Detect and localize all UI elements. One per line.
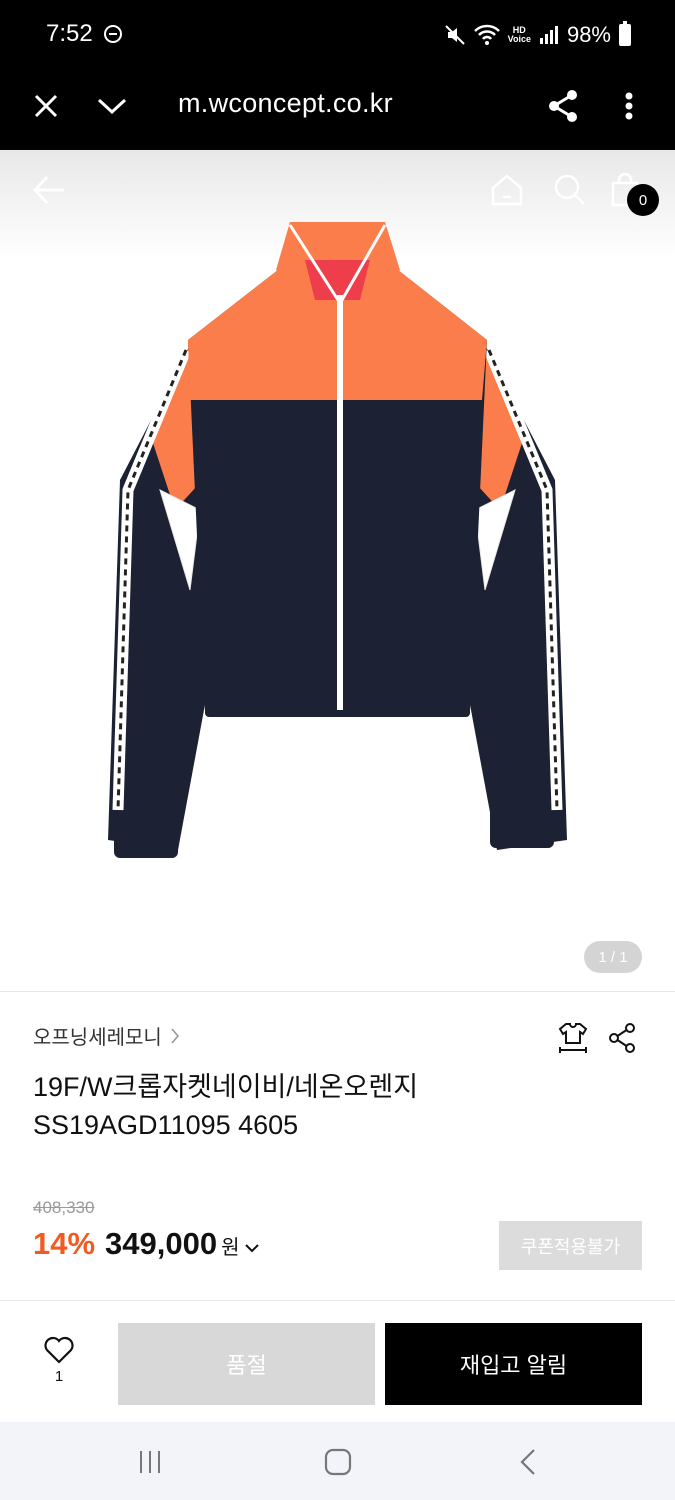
soldout-button: 품절 xyxy=(118,1323,375,1405)
divider xyxy=(0,1300,675,1301)
product-name-line1: 19F/W크롭자켓네이비/네온오렌지 xyxy=(33,1072,419,1102)
wifi-icon xyxy=(473,24,500,45)
divider xyxy=(0,991,675,992)
sale-price: 349,000 xyxy=(105,1226,218,1261)
discount-rate: 14% xyxy=(33,1226,96,1261)
image-counter: 1 / 1 xyxy=(584,941,642,973)
back-arrow-icon[interactable] xyxy=(29,170,69,210)
recents-icon[interactable] xyxy=(130,1446,170,1478)
chevron-down-icon[interactable] xyxy=(92,86,132,126)
nav-back-icon[interactable] xyxy=(508,1446,548,1478)
jacket-image xyxy=(108,222,567,858)
share-icon[interactable] xyxy=(543,86,583,126)
size-guide-icon[interactable] xyxy=(555,1020,591,1056)
status-bar: 7:52 HD Voice 98% xyxy=(0,0,675,68)
nav-home-icon[interactable] xyxy=(318,1446,358,1478)
coupon-button: 쿠폰적용불가 xyxy=(499,1221,642,1270)
battery-percent: 98% xyxy=(566,22,611,47)
chevron-down-icon[interactable] xyxy=(244,1242,260,1254)
currency: 원 xyxy=(221,1237,240,1259)
chevron-right-icon xyxy=(171,1027,179,1044)
heart-icon xyxy=(44,1336,74,1364)
product-gallery[interactable] xyxy=(0,150,675,990)
product-share-icon[interactable] xyxy=(604,1020,640,1056)
product-name: 19F/W크롭자켓네이비/네온오렌지 SS19AGD11095 4605 xyxy=(33,1068,418,1144)
battery-icon xyxy=(619,21,631,46)
wish-count: 1 xyxy=(54,1368,64,1385)
home-icon[interactable] xyxy=(487,170,527,210)
price-row: 14% 349,000 원 xyxy=(33,1226,260,1262)
brand-name: 오프닝세레모니 xyxy=(33,1027,162,1049)
browser-toolbar: m.wconcept.co.kr xyxy=(0,68,675,150)
more-icon[interactable] xyxy=(609,86,649,126)
signal-icon xyxy=(539,26,558,44)
system-nav-bar xyxy=(0,1422,675,1500)
status-time: 7:52 xyxy=(46,20,93,47)
cart-count-badge: 0 xyxy=(627,184,659,216)
mute-icon xyxy=(444,25,465,45)
search-icon[interactable] xyxy=(550,170,590,210)
url-bar[interactable]: m.wconcept.co.kr xyxy=(178,88,393,119)
product-code: SS19AGD11095 4605 xyxy=(33,1110,299,1140)
hd-voice-badge: HD Voice xyxy=(507,25,531,44)
restock-alert-button[interactable]: 재입고 알림 xyxy=(385,1323,642,1405)
close-icon[interactable] xyxy=(26,86,66,126)
original-price: 408,330 xyxy=(33,1198,95,1217)
brand-link[interactable]: 오프닝세레모니 xyxy=(33,1021,180,1050)
status-icons: HD Voice 98% xyxy=(444,20,631,50)
dnd-icon xyxy=(104,25,122,43)
wishlist-button[interactable]: 1 xyxy=(30,1336,88,1396)
